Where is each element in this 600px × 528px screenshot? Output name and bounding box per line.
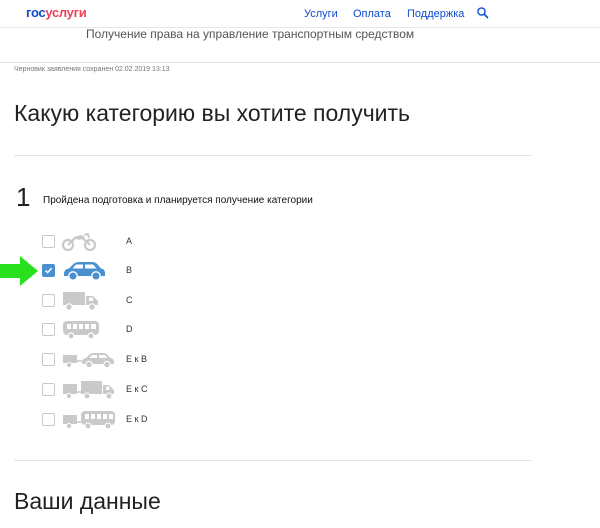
category-label: E к B (126, 354, 147, 364)
checkbox[interactable] (42, 294, 55, 307)
service-title: Получение права на управление транспортн… (86, 27, 415, 41)
bus-trailer-icon (63, 411, 115, 430)
car-trailer-icon (63, 353, 114, 369)
nav-services-link[interactable]: Услуги (304, 8, 338, 20)
truck-trailer-icon (63, 381, 114, 400)
section-divider (14, 460, 532, 461)
truck-icon (63, 292, 98, 311)
category-row-e-b[interactable]: E к B (0, 349, 200, 371)
checkbox[interactable] (42, 383, 55, 396)
category-row-e-c[interactable]: E к C (0, 379, 200, 401)
category-row-e-d[interactable]: E к D (0, 409, 200, 431)
category-label: B (126, 265, 133, 275)
checkmark-icon (44, 267, 53, 274)
section-heading-your-data: Ваши данные (14, 488, 161, 514)
gosuslugi-logo[interactable]: госуслуги (26, 5, 87, 20)
category-label: E к C (126, 384, 148, 394)
green-arrow-icon (0, 256, 38, 286)
top-header: госуслуги Услуги Оплата Поддержка (0, 0, 600, 28)
bus-icon (63, 321, 99, 340)
checkbox[interactable] (42, 323, 55, 336)
category-row-d[interactable]: D (0, 319, 200, 341)
search-icon[interactable] (476, 6, 490, 20)
step-description: Пройдена подготовка и планируется получе… (43, 195, 313, 206)
checkbox[interactable] (42, 235, 55, 248)
checkbox-checked[interactable] (42, 264, 55, 277)
category-label: E к D (126, 414, 148, 424)
category-row-a[interactable]: A (0, 231, 200, 253)
draft-status: Черновик заявления сохранен 02.02.2019 1… (14, 66, 170, 73)
checkbox[interactable] (42, 353, 55, 366)
category-label: D (126, 324, 133, 334)
step-number: 1 (16, 182, 31, 212)
motorcycle-icon (62, 232, 97, 251)
nav-payment-link[interactable]: Оплата (353, 8, 391, 20)
section-divider (14, 155, 532, 156)
page-title: Какую категорию вы хотите получить (14, 100, 411, 126)
nav-support-link[interactable]: Поддержка (407, 8, 464, 20)
category-label: A (126, 236, 133, 246)
category-label: C (126, 295, 133, 305)
category-row-c[interactable]: C (0, 290, 200, 312)
checkbox[interactable] (42, 413, 55, 426)
draft-divider (0, 62, 600, 63)
car-icon (64, 262, 105, 281)
